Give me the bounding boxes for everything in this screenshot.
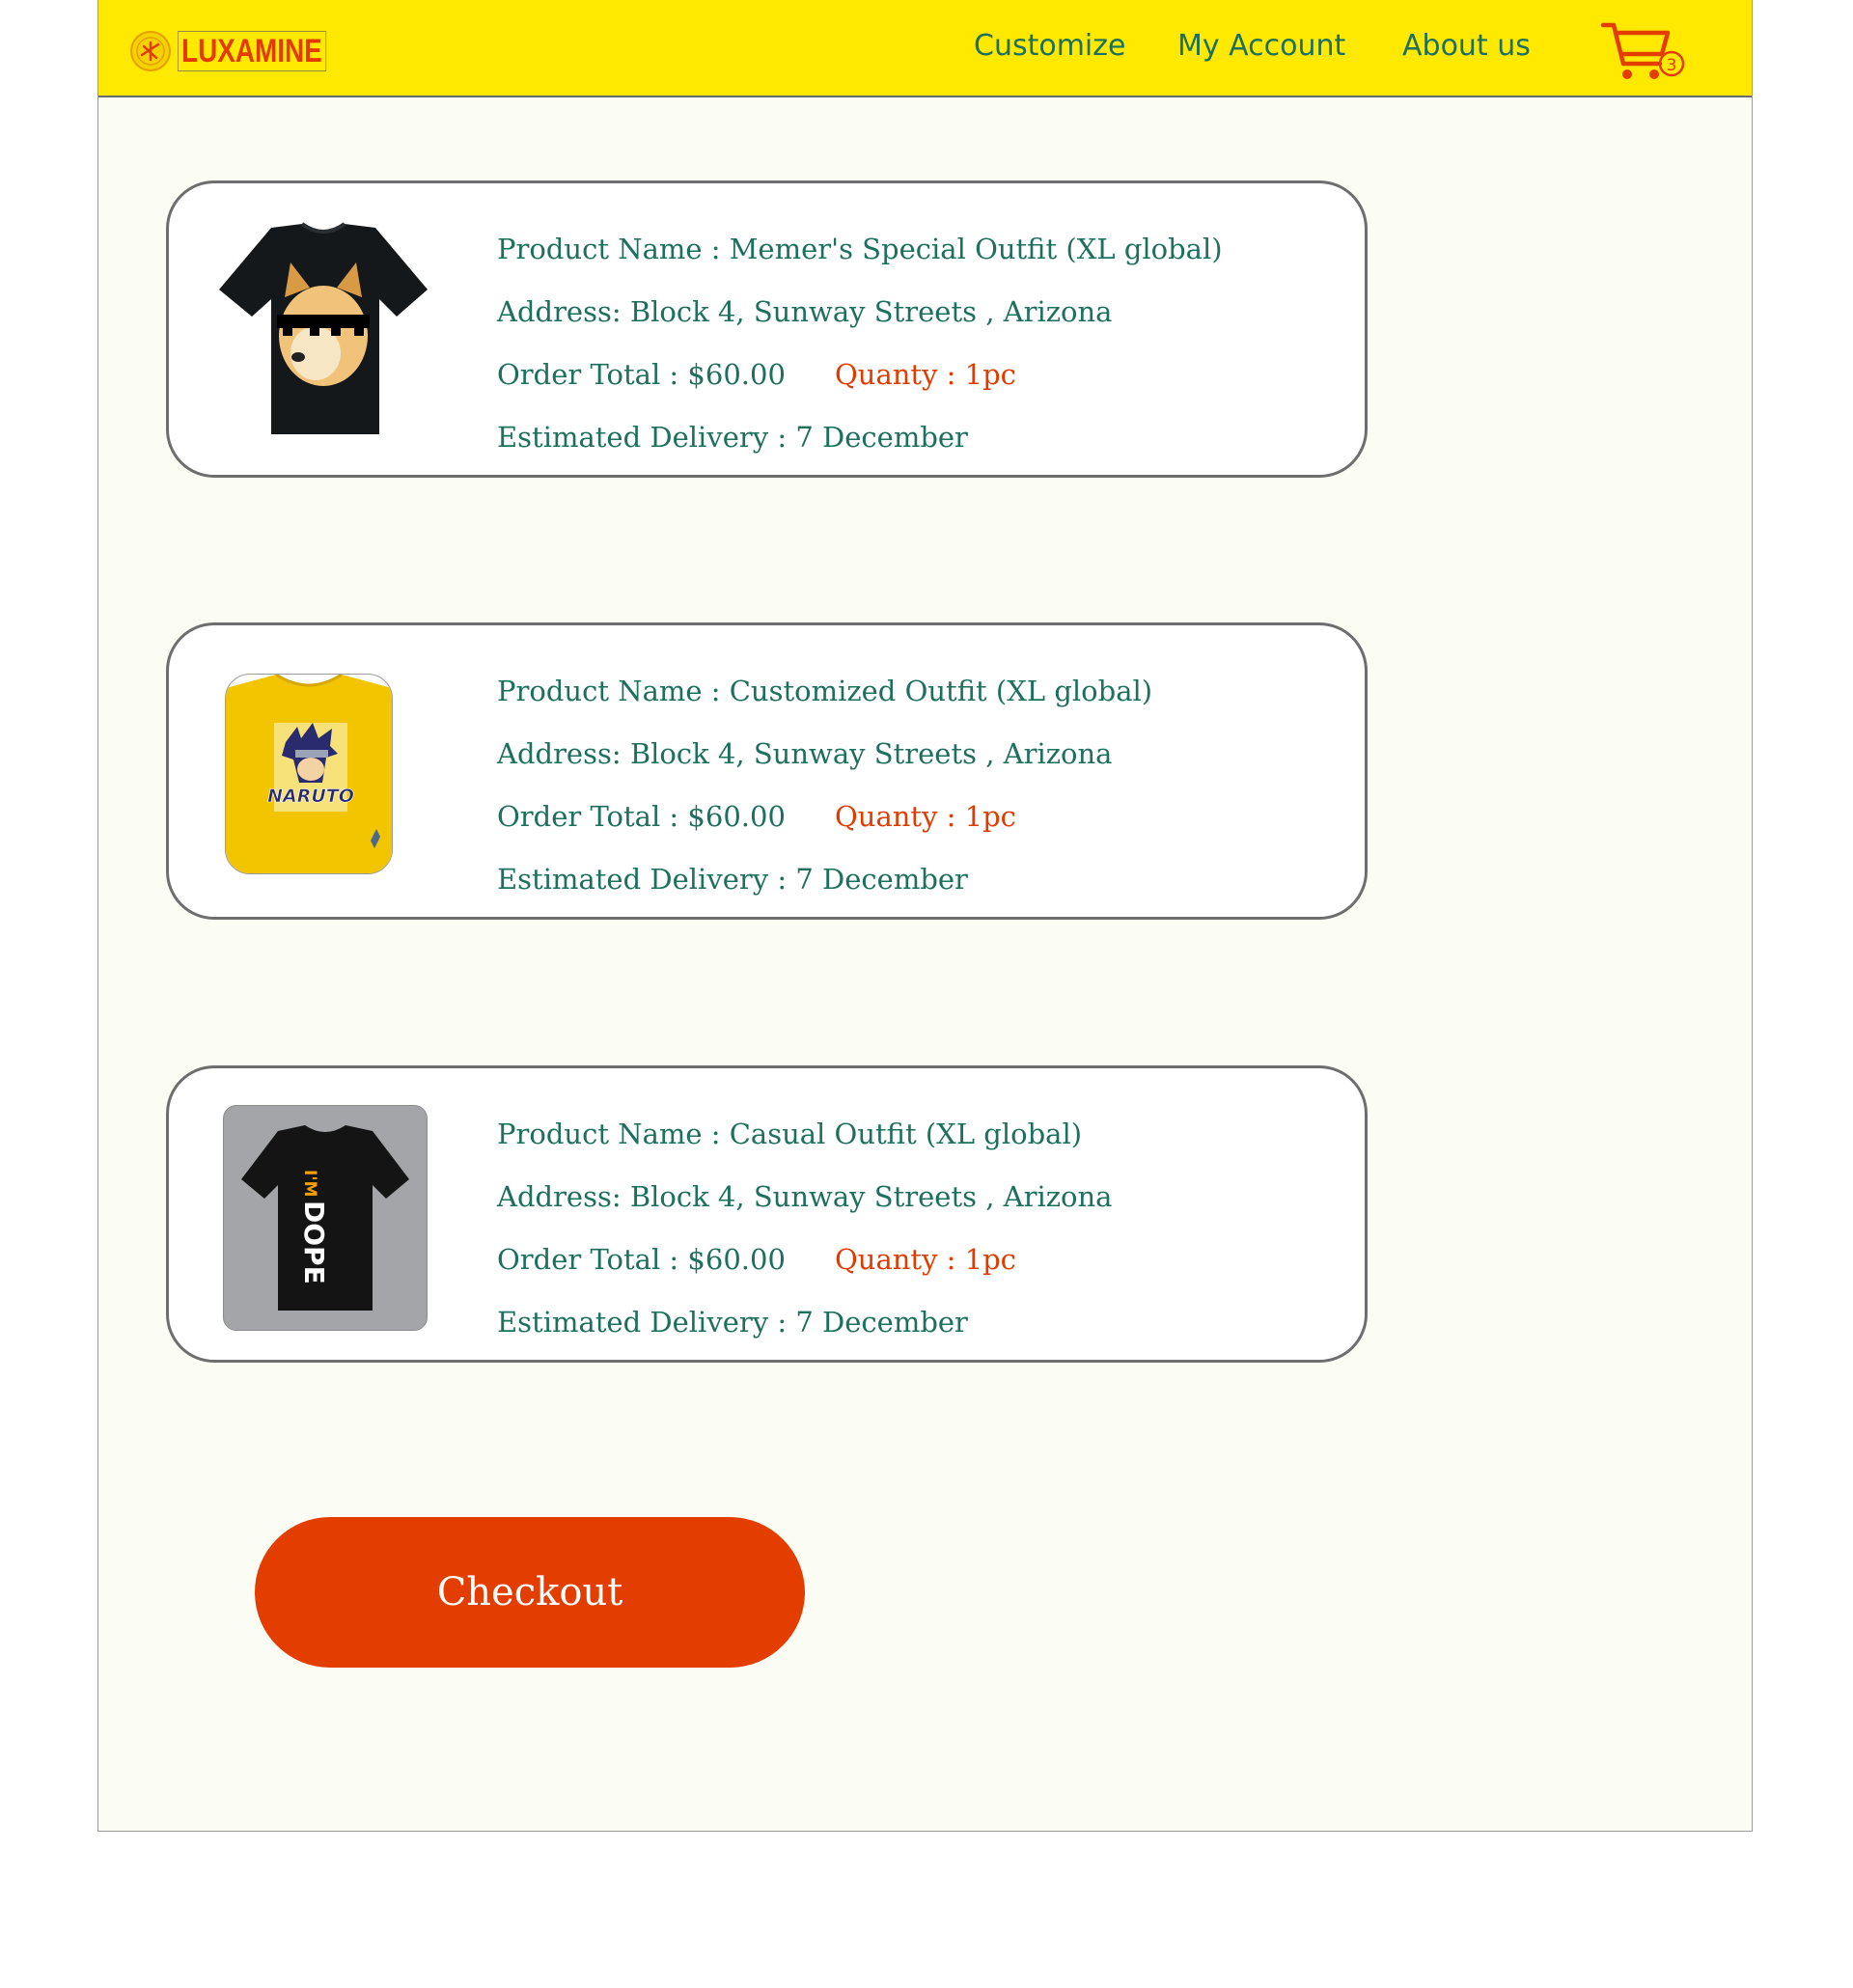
product-image (213, 220, 433, 440)
product-name: Product Name : Memer's Special Outfit (X… (497, 233, 1223, 265)
order-quantity: Quanty : 1pc (835, 800, 1016, 833)
order-card: I'M DOPE Product Name : Casual Outfit (X… (166, 1065, 1368, 1363)
logo-emblem-icon (130, 31, 171, 71)
order-card: NARUTO Product Name : Customized Outfit … (166, 622, 1368, 920)
order-total: Order Total : $60.00 (497, 1243, 786, 1276)
tshirt-print-small-text: I'M (300, 1170, 319, 1197)
black-doge-tshirt-image (219, 222, 428, 434)
estimated-delivery: Estimated Delivery : 7 December (497, 863, 968, 896)
estimated-delivery: Estimated Delivery : 7 December (497, 1306, 968, 1339)
product-name: Product Name : Customized Outfit (XL glo… (497, 675, 1153, 707)
cart-button[interactable]: 3 (1600, 21, 1687, 83)
product-name: Product Name : Casual Outfit (XL global) (497, 1118, 1083, 1150)
order-details: Product Name : Memer's Special Outfit (X… (497, 218, 1223, 469)
order-total: Order Total : $60.00 (497, 800, 786, 833)
tshirt-print-text: DOPE (298, 1201, 330, 1284)
brand-logo[interactable]: LUXAMINE (129, 29, 359, 73)
black-im-dope-tshirt-image: I'M DOPE (241, 1125, 409, 1311)
product-image: I'M DOPE (223, 1105, 428, 1331)
order-card: Product Name : Memer's Special Outfit (X… (166, 180, 1368, 478)
order-total: Order Total : $60.00 (497, 358, 786, 391)
order-quantity: Quanty : 1pc (835, 358, 1016, 391)
brand-name: LUXAMINE (178, 31, 326, 71)
order-details: Product Name : Casual Outfit (XL global)… (497, 1103, 1112, 1354)
order-details: Product Name : Customized Outfit (XL glo… (497, 660, 1152, 911)
top-navbar: LUXAMINE Customize My Account About us 3 (98, 0, 1752, 97)
nav-customize[interactable]: Customize (974, 29, 1125, 63)
page-frame: LUXAMINE Customize My Account About us 3 (97, 0, 1753, 1832)
product-image: NARUTO (225, 674, 393, 874)
yellow-naruto-tshirt-image: NARUTO (226, 675, 392, 873)
order-quantity: Quanty : 1pc (835, 1243, 1016, 1276)
delivery-address: Address: Block 4, Sunway Streets , Arizo… (497, 737, 1113, 770)
estimated-delivery: Estimated Delivery : 7 December (497, 421, 968, 454)
delivery-address: Address: Block 4, Sunway Streets , Arizo… (497, 295, 1113, 328)
tshirt-print-text: NARUTO (267, 786, 354, 807)
shopping-cart-icon: 3 (1600, 22, 1685, 79)
cart-count: 3 (1667, 56, 1677, 75)
nav-about-us[interactable]: About us (1402, 29, 1531, 63)
checkout-button[interactable]: Checkout (255, 1517, 805, 1668)
nav-my-account[interactable]: My Account (1177, 29, 1345, 63)
delivery-address: Address: Block 4, Sunway Streets , Arizo… (497, 1180, 1113, 1213)
